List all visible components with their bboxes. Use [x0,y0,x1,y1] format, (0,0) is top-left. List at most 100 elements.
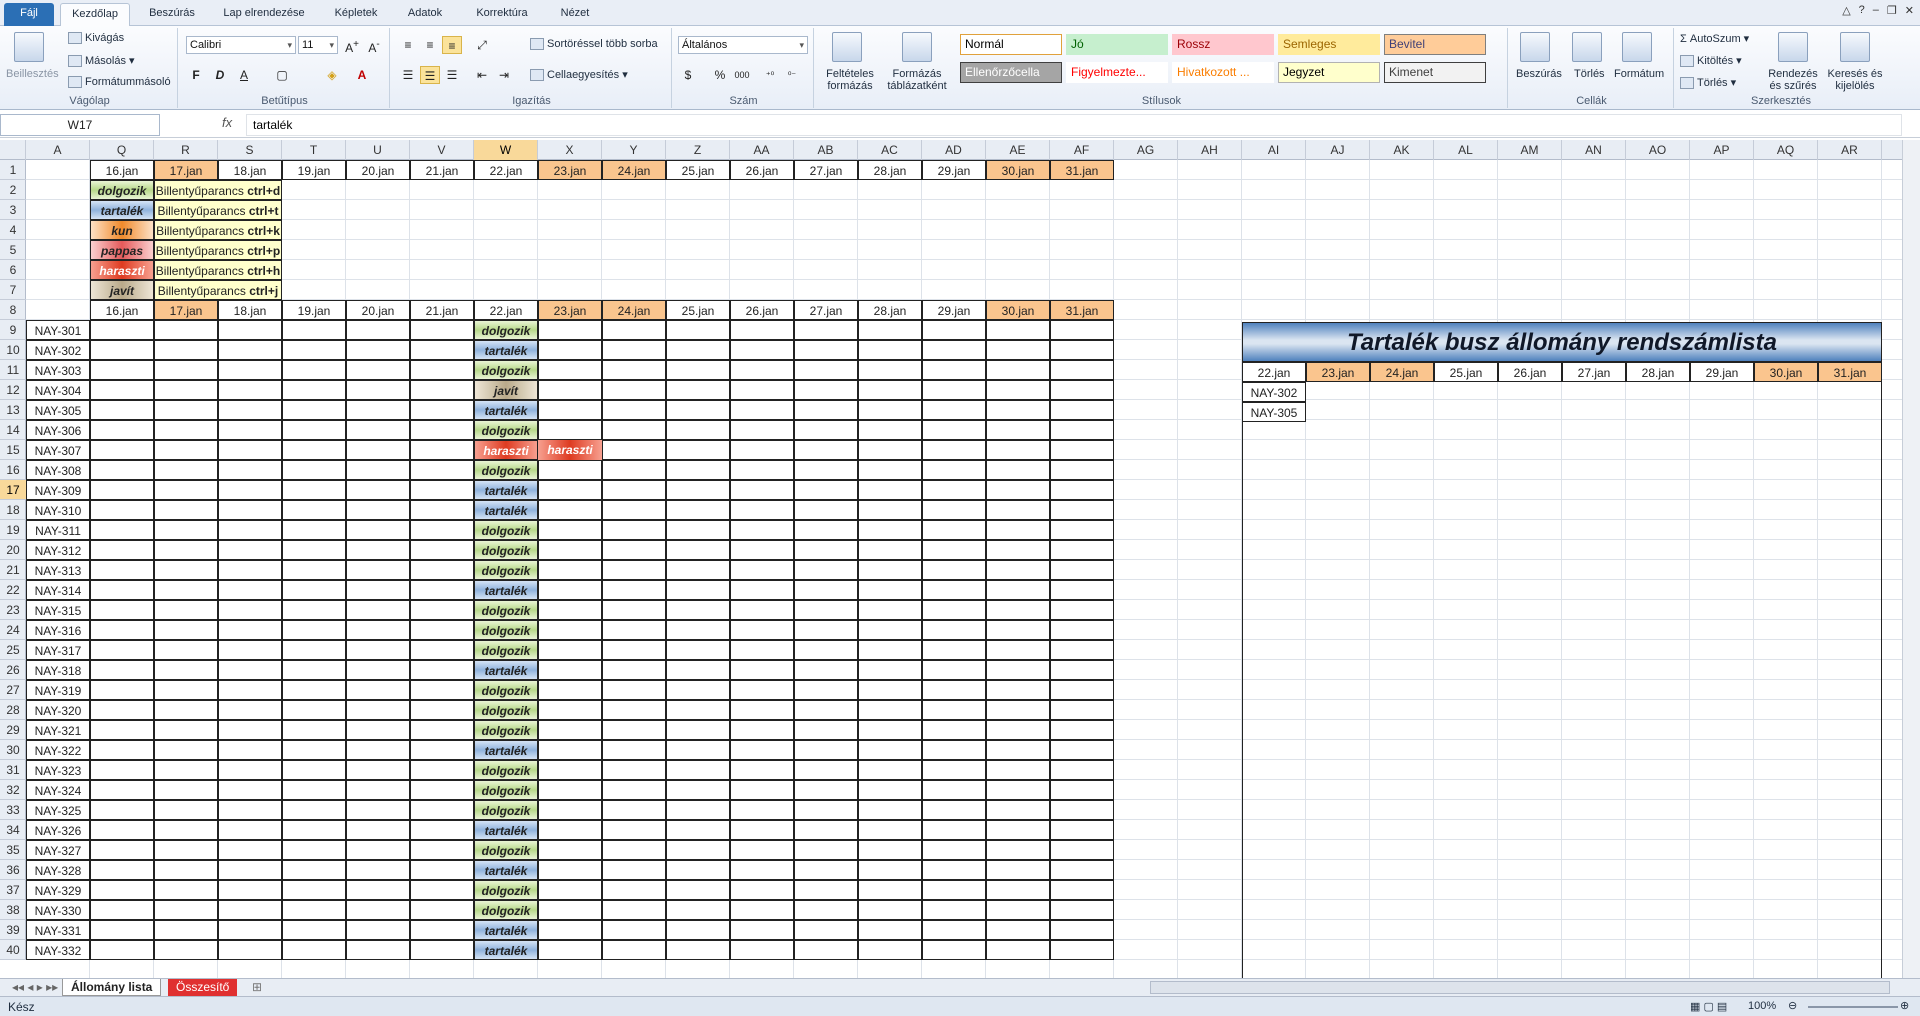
schedule-cell[interactable] [1050,660,1114,680]
row-header[interactable]: 18 [0,500,26,520]
vertical-scrollbar[interactable] [1902,140,1920,978]
schedule-cell[interactable] [538,720,602,740]
schedule-cell[interactable] [986,760,1050,780]
schedule-cell[interactable] [730,480,794,500]
schedule-cell[interactable] [794,820,858,840]
schedule-cell[interactable] [538,940,602,960]
table-format-icon[interactable] [902,32,932,62]
row-header[interactable]: 24 [0,620,26,640]
reserve-date-header[interactable]: 28.jan [1626,362,1690,382]
schedule-cell[interactable] [538,540,602,560]
cell-style[interactable]: Rossz [1172,34,1274,55]
schedule-cell[interactable] [986,320,1050,340]
schedule-cell[interactable] [922,840,986,860]
schedule-cell[interactable] [154,400,218,420]
bus-plate[interactable]: NAY-306 [26,420,90,440]
schedule-cell[interactable] [410,600,474,620]
schedule-cell[interactable] [346,600,410,620]
schedule-cell[interactable] [90,480,154,500]
schedule-cell[interactable] [922,440,986,460]
schedule-cell[interactable] [602,520,666,540]
schedule-cell[interactable] [858,620,922,640]
schedule-cell[interactable] [794,900,858,920]
schedule-cell[interactable] [538,460,602,480]
schedule-cell[interactable] [90,800,154,820]
schedule-cell[interactable] [794,840,858,860]
date-header[interactable]: 24.jan [602,160,666,180]
schedule-cell[interactable] [986,740,1050,760]
align-middle-icon[interactable]: ≡ [420,36,440,54]
schedule-cell[interactable] [794,560,858,580]
schedule-cell[interactable] [922,400,986,420]
schedule-cell[interactable] [90,460,154,480]
schedule-cell[interactable] [986,580,1050,600]
schedule-cell[interactable] [730,780,794,800]
schedule-cell[interactable] [666,700,730,720]
bus-plate[interactable]: NAY-331 [26,920,90,940]
schedule-cell[interactable] [282,860,346,880]
status-cell[interactable]: tartalék [474,480,538,500]
schedule-cell[interactable] [858,880,922,900]
ribbon-tab[interactable]: Adatok [396,3,454,26]
schedule-cell[interactable] [410,740,474,760]
schedule-cell[interactable] [1050,420,1114,440]
column-header[interactable]: AM [1498,140,1562,160]
schedule-cell[interactable] [794,400,858,420]
schedule-cell[interactable] [922,580,986,600]
date-header[interactable]: 24.jan [602,300,666,320]
column-header[interactable]: AB [794,140,858,160]
column-header[interactable]: AQ [1754,140,1818,160]
zoom-slider[interactable] [1808,1006,1898,1008]
schedule-cell[interactable] [922,620,986,640]
schedule-cell[interactable] [282,700,346,720]
schedule-cell[interactable] [666,600,730,620]
schedule-cell[interactable] [858,820,922,840]
schedule-cell[interactable] [282,360,346,380]
schedule-cell[interactable] [858,780,922,800]
schedule-cell[interactable] [154,440,218,460]
paste-icon[interactable] [14,32,44,62]
schedule-cell[interactable] [794,320,858,340]
row-header[interactable]: 8 [0,300,26,320]
schedule-cell[interactable] [666,460,730,480]
schedule-cell[interactable] [858,380,922,400]
schedule-cell[interactable] [538,800,602,820]
schedule-cell[interactable] [282,680,346,700]
schedule-cell[interactable] [794,500,858,520]
schedule-cell[interactable] [730,800,794,820]
schedule-cell[interactable] [410,440,474,460]
schedule-cell[interactable] [666,640,730,660]
schedule-cell[interactable] [922,640,986,660]
legend-status[interactable]: dolgozik [90,180,154,200]
schedule-cell[interactable] [282,900,346,920]
schedule-cell[interactable] [858,440,922,460]
schedule-cell[interactable] [1050,740,1114,760]
formula-input[interactable]: tartalék [246,114,1902,136]
schedule-cell[interactable] [282,720,346,740]
date-header[interactable]: 30.jan [986,160,1050,180]
schedule-cell[interactable] [602,800,666,820]
status-cell[interactable]: haraszti [538,440,602,460]
sort-filter-button[interactable]: Rendezés és szűrés [1762,68,1824,92]
schedule-cell[interactable] [602,440,666,460]
schedule-cell[interactable] [1050,520,1114,540]
row-header[interactable]: 9 [0,320,26,340]
reserve-date-header[interactable]: 30.jan [1754,362,1818,382]
bus-plate[interactable]: NAY-314 [26,580,90,600]
schedule-cell[interactable] [1050,380,1114,400]
schedule-cell[interactable] [346,560,410,580]
autosum-button[interactable]: Σ AutoSzum ▾ [1680,32,1749,45]
schedule-cell[interactable] [154,720,218,740]
insert-cells-icon[interactable] [1520,32,1550,62]
status-cell[interactable]: dolgozik [474,780,538,800]
schedule-cell[interactable] [922,540,986,560]
schedule-cell[interactable] [218,480,282,500]
reserve-date-header[interactable]: 24.jan [1370,362,1434,382]
schedule-cell[interactable] [730,380,794,400]
schedule-cell[interactable] [218,920,282,940]
schedule-cell[interactable] [346,780,410,800]
schedule-cell[interactable] [218,860,282,880]
reserve-plate[interactable]: NAY-302 [1242,382,1306,402]
schedule-cell[interactable] [794,540,858,560]
schedule-cell[interactable] [1050,440,1114,460]
